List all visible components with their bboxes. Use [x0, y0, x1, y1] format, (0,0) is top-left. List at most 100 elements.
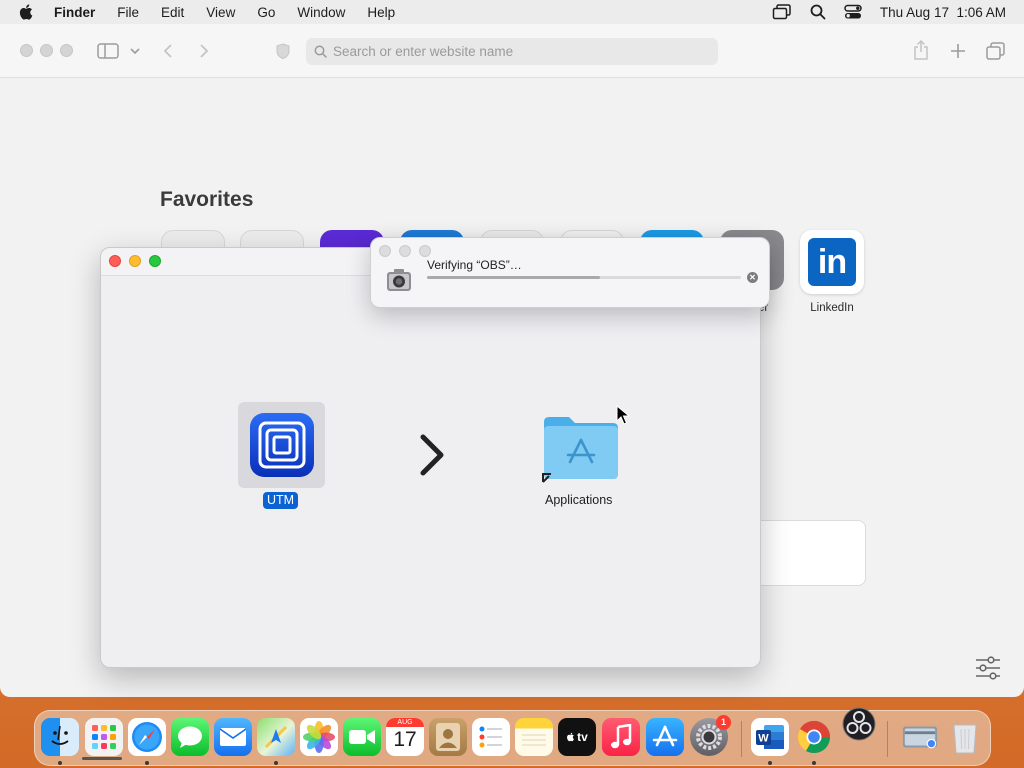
apple-tv-logo-icon: [567, 732, 575, 742]
share-icon[interactable]: [913, 40, 929, 60]
safari-minimize-button[interactable]: [40, 44, 53, 57]
verify-zoom-button[interactable]: [419, 245, 431, 257]
dock-mail[interactable]: [214, 718, 252, 756]
dock-music[interactable]: [602, 718, 640, 756]
tab-overview-icon[interactable]: [986, 42, 1005, 60]
utm-app-label[interactable]: UTM: [263, 492, 299, 509]
utm-logo-icon: [249, 413, 314, 477]
new-tab-icon[interactable]: [950, 43, 966, 59]
dock-launchpad[interactable]: [85, 718, 123, 756]
app-store-icon: [652, 725, 678, 747]
dock-messages[interactable]: [171, 718, 209, 756]
dock-running-indicator: [812, 761, 816, 765]
menu-go[interactable]: Go: [257, 5, 275, 20]
safari-zoom-button[interactable]: [60, 44, 73, 57]
messages-bubble-icon: [178, 726, 202, 748]
dmg-zoom-button[interactable]: [149, 255, 161, 267]
applications-folder-icon[interactable]: [541, 412, 621, 484]
chrome-icon: [797, 720, 831, 754]
dock-safari[interactable]: [128, 718, 166, 756]
menu-edit[interactable]: Edit: [161, 5, 184, 20]
dock-photos[interactable]: [300, 718, 338, 756]
calendar-day: 17: [393, 728, 417, 751]
verifying-dialog: Verifying “OBS”… ✕: [370, 237, 770, 308]
verifying-message: Verifying “OBS”…: [427, 258, 522, 272]
dock-running-indicator: [274, 761, 278, 765]
mouse-cursor-icon: [616, 405, 630, 425]
launchpad-icon: [92, 725, 116, 749]
safari-close-button[interactable]: [20, 44, 33, 57]
dock-facetime[interactable]: [343, 718, 381, 756]
dmg-close-button[interactable]: [109, 255, 121, 267]
mail-envelope-icon: [219, 728, 247, 746]
dock-finder[interactable]: [41, 718, 79, 756]
music-note-icon: [611, 724, 632, 749]
verify-close-button[interactable]: [379, 245, 391, 257]
menu-file[interactable]: File: [117, 5, 139, 20]
dmg-installer-window: UTM Applications: [100, 247, 761, 668]
downloads-stack-icon: [902, 726, 938, 749]
cancel-verify-button[interactable]: ✕: [747, 272, 758, 283]
word-icon: W: [756, 725, 784, 749]
menu-help[interactable]: Help: [367, 5, 395, 20]
dock-contacts[interactable]: [429, 718, 467, 756]
reminders-list-icon: [479, 726, 502, 748]
applications-folder-label[interactable]: Applications: [545, 493, 612, 507]
dmg-minimize-button[interactable]: [129, 255, 141, 267]
contacts-person-icon: [436, 723, 460, 751]
chevron-down-icon[interactable]: [130, 47, 140, 55]
settings-notification-badge: 1: [716, 715, 731, 730]
back-icon[interactable]: [162, 43, 174, 59]
dock-active-underline: [82, 757, 122, 760]
svg-text:W: W: [758, 733, 769, 745]
dock-running-indicator: [768, 761, 772, 765]
favorite-linkedin-label: LinkedIn: [810, 302, 854, 314]
dock-obs[interactable]: [840, 705, 878, 743]
obs-icon: [842, 707, 876, 741]
favorites-heading: Favorites: [160, 188, 254, 211]
linkedin-logo-icon: in: [808, 238, 856, 286]
dock-downloads-stack[interactable]: [901, 718, 939, 756]
menu-bar: Finder File Edit View Go Window Help Thu…: [0, 0, 1024, 24]
security-camera-icon: [387, 269, 411, 291]
dock-notes[interactable]: [515, 718, 553, 756]
dock-trash[interactable]: [946, 718, 984, 756]
dock-calendar[interactable]: AUG 17: [386, 718, 424, 756]
chevron-right-icon: [420, 434, 444, 476]
control-center-icon[interactable]: [844, 4, 862, 20]
dock-apple-tv[interactable]: tv: [558, 718, 596, 756]
forward-icon[interactable]: [198, 43, 210, 59]
screen-mirroring-icon[interactable]: [772, 4, 792, 20]
customize-sliders-icon[interactable]: [974, 656, 1002, 680]
safari-compass-icon: [132, 722, 162, 752]
menu-window[interactable]: Window: [297, 5, 345, 20]
privacy-shield-icon[interactable]: [276, 43, 290, 59]
menu-app-name[interactable]: Finder: [54, 5, 95, 20]
photos-flower-icon: [303, 721, 335, 753]
address-bar[interactable]: Search or enter website name: [306, 38, 718, 65]
calendar-month: AUG: [386, 718, 424, 727]
dock-reminders[interactable]: [472, 718, 510, 756]
favorite-linkedin[interactable]: in: [800, 230, 864, 294]
verify-minimize-button[interactable]: [399, 245, 411, 257]
address-placeholder: Search or enter website name: [333, 44, 514, 59]
dock-running-indicator: [58, 761, 62, 765]
apple-menu-icon[interactable]: [18, 3, 36, 21]
dock-maps[interactable]: [257, 718, 295, 756]
utm-app-icon[interactable]: [238, 402, 325, 488]
notes-lines-icon: [522, 734, 546, 746]
dock: AUG 17 tv 1 W: [34, 707, 991, 766]
spotlight-search-icon[interactable]: [810, 4, 826, 20]
verifying-progress-bar: [427, 276, 741, 279]
menu-clock[interactable]: Thu Aug 17 1:06 AM: [880, 5, 1006, 20]
sidebar-toggle-icon[interactable]: [97, 43, 119, 59]
dock-running-indicator: [145, 761, 149, 765]
menu-view[interactable]: View: [206, 5, 235, 20]
dock-chrome[interactable]: [795, 718, 833, 756]
trash-icon: [953, 724, 977, 754]
dock-separator: [741, 721, 742, 757]
apple-tv-label: tv: [577, 730, 588, 744]
dock-word[interactable]: W: [751, 718, 789, 756]
facetime-camera-icon: [349, 730, 375, 744]
dock-app-store[interactable]: [646, 718, 684, 756]
